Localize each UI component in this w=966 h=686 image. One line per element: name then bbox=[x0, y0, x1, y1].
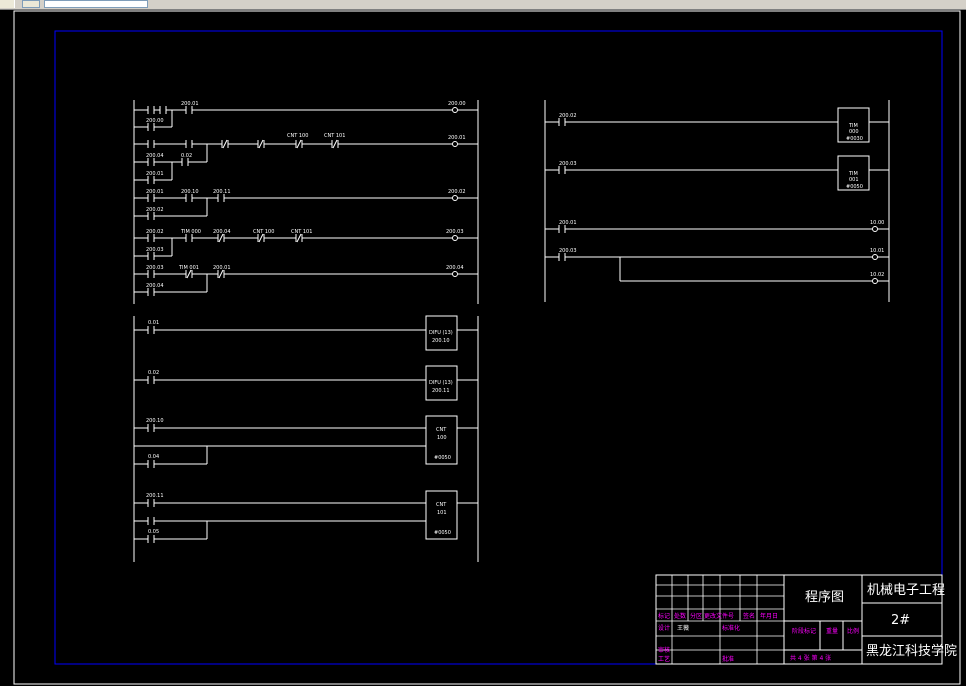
title-block: 程序图 机械电子工程 2# 黑龙江科技学院 标记 处数 分区 更改文件号 签名 … bbox=[655, 574, 957, 665]
label-r8-box3: #0050 bbox=[434, 455, 451, 461]
label-rt-10: 10.00 bbox=[870, 220, 884, 226]
tb-weight: 重量 bbox=[826, 627, 838, 635]
ladder-right bbox=[544, 100, 890, 302]
label-r3-out: 200.02 bbox=[448, 189, 466, 195]
label-r9-box3: #0050 bbox=[434, 530, 451, 536]
label-r2-out: 200.01 bbox=[448, 135, 466, 141]
labels-top-left: 200.01 200.00 200.00 CNT 100 CNT 101 200… bbox=[146, 101, 466, 289]
tb-design: 设计 bbox=[658, 624, 670, 632]
label-rt-7: 001 bbox=[849, 177, 859, 183]
label-rt-8: #0050 bbox=[846, 184, 863, 190]
tb-scale: 比例 bbox=[847, 627, 859, 635]
ladder-diagram-drawing: 200.01 200.00 200.00 CNT 100 CNT 101 200… bbox=[13, 10, 961, 685]
label-r6-box1: DIFU (13) bbox=[429, 330, 453, 336]
label-r4-a: 200.02 bbox=[146, 229, 164, 235]
tb-process: 工艺 bbox=[658, 655, 670, 663]
label-rt-11: 200.03 bbox=[559, 248, 577, 254]
label-r2-a: CNT 100 bbox=[287, 133, 308, 139]
ladder-left-bottom bbox=[133, 315, 479, 562]
label-r4-out: 200.03 bbox=[446, 229, 464, 235]
tb-audit: 审核 bbox=[658, 646, 670, 654]
tb-hdr-2: 分区 bbox=[690, 612, 702, 620]
label-r3-c: 200.11 bbox=[213, 189, 231, 195]
label-r1-out: 200.00 bbox=[448, 101, 466, 107]
label-r5-a: 200.03 bbox=[146, 265, 164, 271]
label-r7-in: 0.02 bbox=[148, 370, 159, 376]
tb-hdr-5: 年月日 bbox=[760, 612, 778, 620]
tb-standard: 标准化 bbox=[722, 624, 740, 632]
label-r1-b: 200.00 bbox=[146, 118, 164, 124]
label-rt-3: 000 bbox=[849, 129, 859, 135]
label-r7-box1: DIFU (13) bbox=[429, 380, 453, 386]
label-r9-box1: CNT bbox=[436, 502, 447, 508]
label-r5-c: 200.01 bbox=[213, 265, 231, 271]
tb-hdr-0: 标记 bbox=[658, 612, 670, 620]
label-r2-d: 0.02 bbox=[181, 153, 192, 159]
window-icon[interactable] bbox=[22, 0, 40, 8]
tb-hdr-3: 更改文件号 bbox=[704, 612, 734, 620]
tb-designer: 王薇 bbox=[677, 624, 689, 632]
label-r6-in: 0.01 bbox=[148, 320, 159, 326]
label-r8-box2: 100 bbox=[437, 435, 447, 441]
label-r4-e: CNT 101 bbox=[291, 229, 312, 235]
label-r8-box1: CNT bbox=[436, 427, 447, 433]
label-rt-12: 10.01 bbox=[870, 248, 884, 254]
outer-frame bbox=[13, 10, 961, 685]
label-r4-c: 200.04 bbox=[213, 229, 231, 235]
tb-stage: 阶段标记 bbox=[792, 627, 816, 635]
contacts-top-left bbox=[147, 106, 339, 296]
contacts-right bbox=[558, 118, 566, 261]
label-r6-box2: 200.10 bbox=[432, 338, 450, 344]
label-r3-d: 200.02 bbox=[146, 207, 164, 213]
label-r9-in2: 0.05 bbox=[148, 529, 159, 535]
label-r4-d: CNT 100 bbox=[253, 229, 274, 235]
tb-approve: 批准 bbox=[722, 655, 734, 663]
label-r5-out: 200.04 bbox=[446, 265, 464, 271]
address-field[interactable] bbox=[44, 0, 148, 8]
label-r8-in: 200.10 bbox=[146, 418, 164, 424]
app-toolbar bbox=[0, 0, 966, 10]
label-r4-f: 200.03 bbox=[146, 247, 164, 253]
labels-right: 200.02 TIM 000 #0030 200.03 TIM 001 #005… bbox=[559, 113, 884, 278]
label-r2-c: 200.04 bbox=[146, 153, 164, 159]
tb-hdr-1: 处数 bbox=[674, 612, 686, 620]
contacts-bottom-left bbox=[147, 326, 155, 543]
label-rt-4: #0030 bbox=[846, 136, 863, 142]
tb-sheets: 共 4 张 第 4 张 bbox=[790, 654, 831, 662]
tb-number: 2# bbox=[891, 613, 910, 628]
tb-project: 机械电子工程 bbox=[867, 583, 945, 598]
label-r9-in: 200.11 bbox=[146, 493, 164, 499]
label-rt-13: 10.02 bbox=[870, 272, 884, 278]
tb-hdr-4: 签名 bbox=[743, 612, 755, 620]
label-r9-box2: 101 bbox=[437, 510, 447, 516]
label-r5-d: 200.04 bbox=[146, 283, 164, 289]
label-r3-a: 200.01 bbox=[146, 189, 164, 195]
label-r1-a: 200.01 bbox=[181, 101, 199, 107]
drawing-border bbox=[54, 30, 943, 665]
label-r2-e: 200.01 bbox=[146, 171, 164, 177]
toolbar-button[interactable] bbox=[0, 0, 15, 8]
label-r5-b: TIM 001 bbox=[178, 265, 199, 271]
label-r8-in2: 0.04 bbox=[148, 454, 159, 460]
tb-school: 黑龙江科技学院 bbox=[866, 643, 957, 659]
label-rt-1: 200.02 bbox=[559, 113, 577, 119]
label-rt-5: 200.03 bbox=[559, 161, 577, 167]
label-r2-b: CNT 101 bbox=[324, 133, 345, 139]
label-r4-b: TIM 000 bbox=[180, 229, 201, 235]
label-r3-b: 200.10 bbox=[181, 189, 199, 195]
label-rt-9: 200.01 bbox=[559, 220, 577, 226]
label-r7-box2: 200.11 bbox=[432, 388, 450, 394]
tb-drawing-title: 程序图 bbox=[805, 590, 844, 605]
